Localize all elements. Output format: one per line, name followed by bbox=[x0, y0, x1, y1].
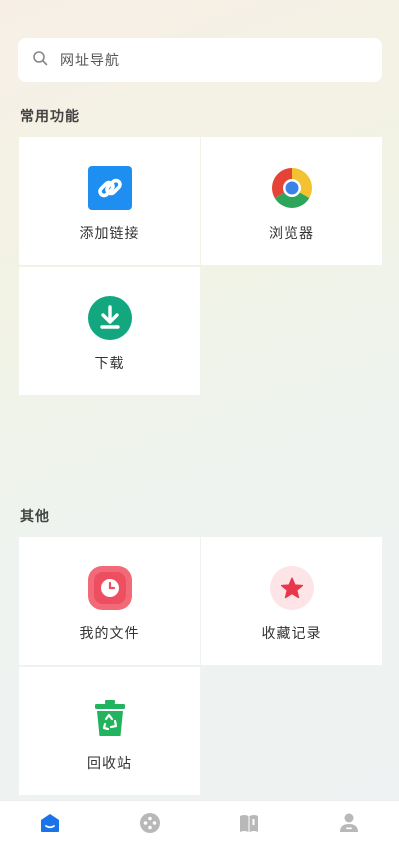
download-icon bbox=[87, 295, 133, 341]
recycle-bin-icon bbox=[87, 695, 133, 741]
film-reel-icon bbox=[138, 811, 162, 839]
user-icon bbox=[337, 811, 361, 839]
tile-my-files[interactable]: 我的文件 bbox=[19, 537, 200, 665]
star-icon bbox=[269, 565, 315, 611]
tile-label: 回收站 bbox=[87, 756, 132, 772]
clock-file-icon bbox=[87, 565, 133, 611]
tile-label: 我的文件 bbox=[79, 626, 140, 642]
tab-video[interactable] bbox=[100, 801, 200, 848]
tile-label: 浏览器 bbox=[269, 226, 314, 242]
tile-browser[interactable]: 浏览器 bbox=[201, 137, 382, 265]
tab-home[interactable] bbox=[0, 801, 100, 848]
tile-recycle-bin[interactable]: 回收站 bbox=[19, 667, 200, 795]
section-title-other: 其他 bbox=[20, 509, 50, 525]
chrome-browser-icon bbox=[269, 165, 315, 211]
section-title-common: 常用功能 bbox=[20, 109, 80, 125]
tile-favorites[interactable]: 收藏记录 bbox=[201, 537, 382, 665]
search-bar[interactable]: 网址导航 bbox=[18, 38, 382, 82]
tile-label: 添加链接 bbox=[79, 226, 140, 242]
tile-label: 收藏记录 bbox=[261, 626, 322, 642]
tile-download[interactable]: 下载 bbox=[19, 267, 200, 395]
search-icon bbox=[32, 50, 48, 70]
tile-label: 下载 bbox=[94, 356, 125, 372]
home-icon bbox=[38, 811, 62, 839]
search-placeholder: 网址导航 bbox=[60, 53, 120, 69]
link-icon bbox=[87, 165, 133, 211]
tab-library[interactable] bbox=[200, 801, 300, 848]
tab-profile[interactable] bbox=[299, 801, 399, 848]
tile-add-link[interactable]: 添加链接 bbox=[19, 137, 200, 265]
bottom-tab-bar bbox=[0, 800, 399, 848]
book-icon bbox=[237, 811, 261, 839]
